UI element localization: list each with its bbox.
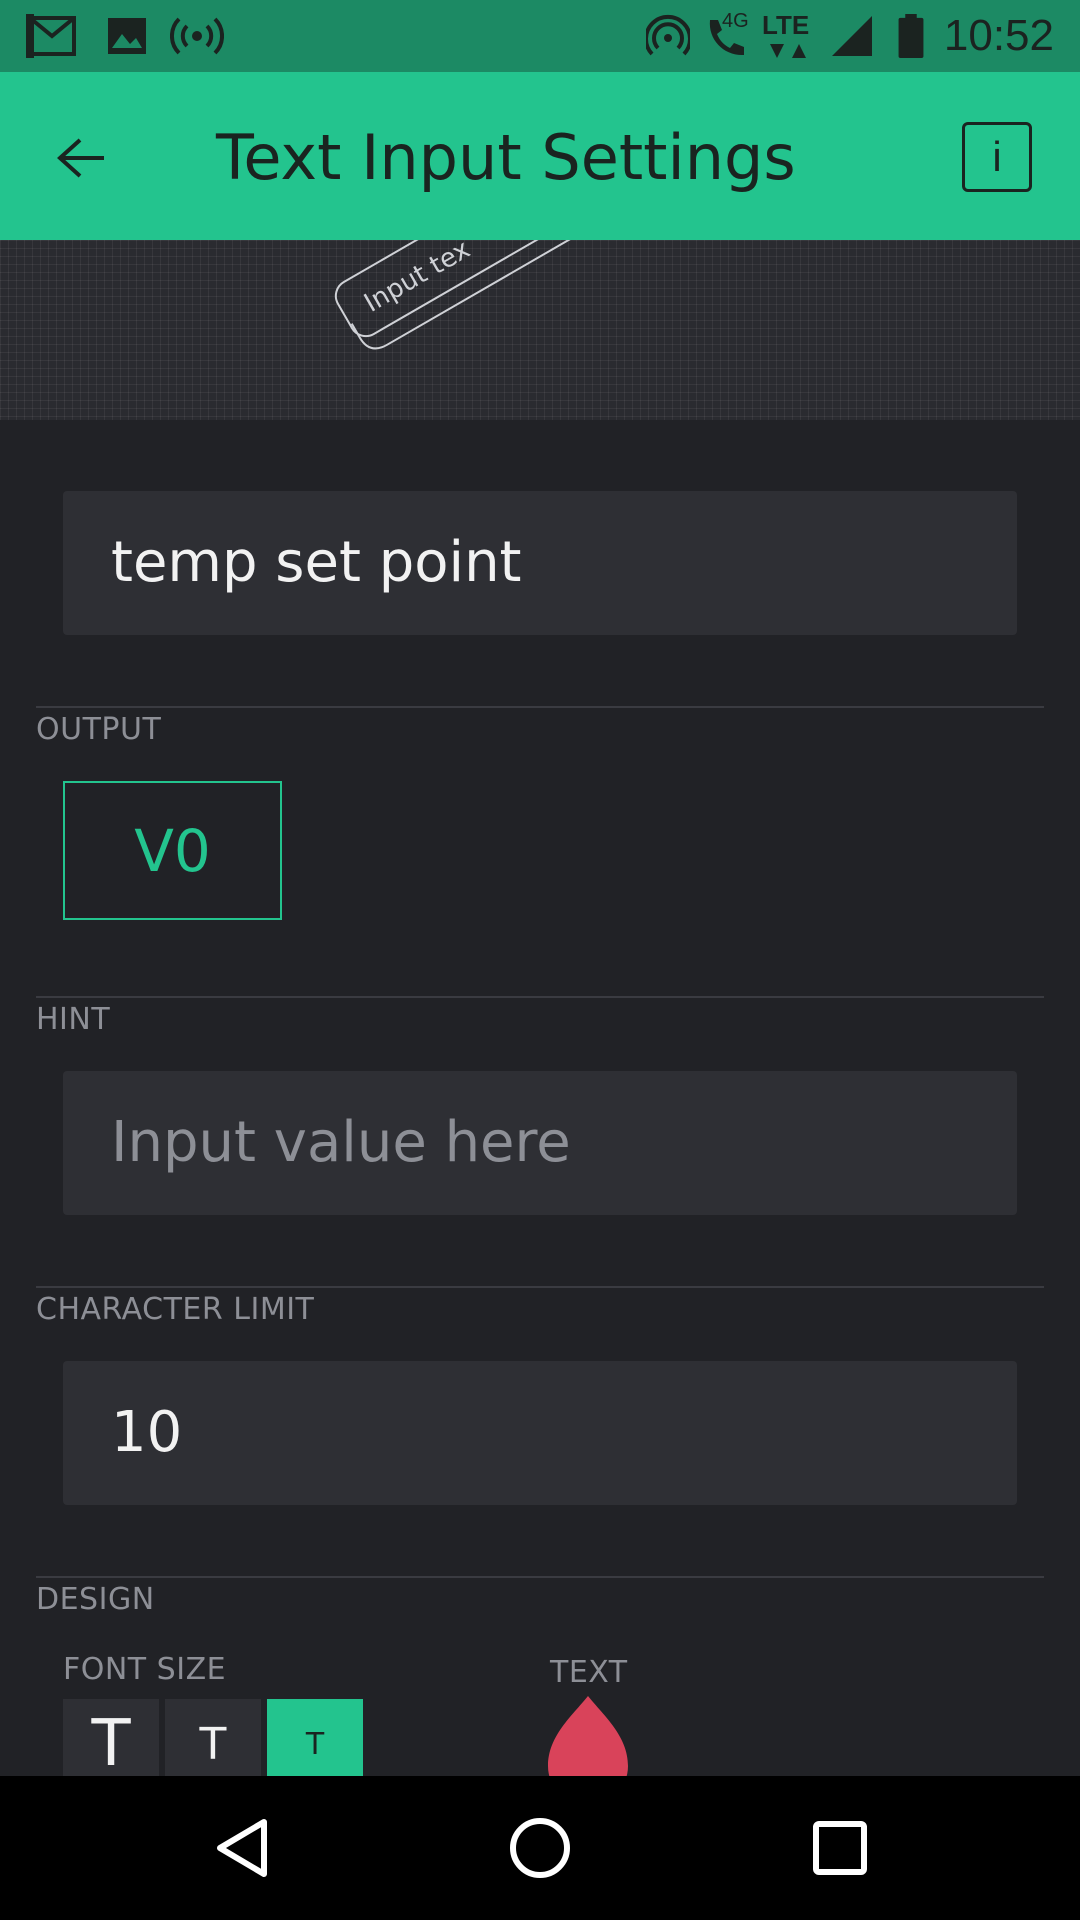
- battery-icon: [898, 14, 924, 58]
- square-recents-icon: [813, 1821, 867, 1875]
- nav-recents-button[interactable]: [790, 1798, 890, 1898]
- font-size-label: FONT SIZE: [63, 1652, 227, 1687]
- output-pin-value: V0: [134, 816, 211, 885]
- app-bar: Text Input Settings i: [0, 72, 1080, 240]
- divider: [36, 996, 1044, 998]
- hint-placeholder: Input value here: [111, 1110, 571, 1175]
- circle-home-icon: [510, 1818, 570, 1878]
- info-button[interactable]: i: [962, 122, 1032, 192]
- network-lte-label: LTE: [762, 10, 810, 40]
- font-size-medium-glyph: T: [199, 1718, 227, 1770]
- font-size-small-glyph: T: [305, 1726, 325, 1762]
- widget-name-value: temp set point: [111, 530, 522, 595]
- network-4g-label: 4G: [722, 10, 749, 32]
- status-time: 10:52: [943, 11, 1054, 60]
- output-pin-button[interactable]: V0: [63, 781, 282, 920]
- system-nav-bar: [0, 1776, 1080, 1920]
- status-bar: 4G LTE 10:52: [0, 0, 1080, 72]
- divider: [36, 1576, 1044, 1578]
- preview-widget-text: Input tex: [359, 240, 475, 319]
- broadcast-icon: [170, 17, 224, 55]
- text-color-label: TEXT: [550, 1655, 628, 1690]
- character-limit-value: 10: [111, 1400, 183, 1465]
- widget-preview: Input tex: [0, 240, 1080, 420]
- character-limit-label: CHARACTER LIMIT: [36, 1292, 315, 1327]
- font-size-large-glyph: T: [91, 1707, 131, 1781]
- design-label: DESIGN: [36, 1582, 155, 1617]
- back-button[interactable]: [40, 116, 124, 200]
- triangle-back-icon: [217, 1819, 267, 1877]
- hint-label: HINT: [36, 1002, 111, 1037]
- gmail-icon: [26, 14, 76, 58]
- nav-home-button[interactable]: [490, 1798, 590, 1898]
- data-arrows-icon: [770, 44, 806, 58]
- nav-back-button[interactable]: [192, 1798, 292, 1898]
- widget-name-field[interactable]: temp set point: [63, 491, 1017, 635]
- signal-icon: [832, 16, 872, 56]
- character-limit-field[interactable]: 10: [63, 1361, 1017, 1505]
- divider: [36, 706, 1044, 708]
- page-title: Text Input Settings: [216, 121, 796, 194]
- output-label: OUTPUT: [36, 712, 162, 747]
- hint-field[interactable]: Input value here: [63, 1071, 1017, 1215]
- text-input-widget-illustration: Input tex: [334, 240, 598, 350]
- info-icon: i: [992, 133, 1002, 180]
- divider: [36, 1286, 1044, 1288]
- image-icon: [108, 18, 146, 54]
- arrow-left-icon: [57, 138, 104, 178]
- hotspot-icon: [646, 14, 690, 56]
